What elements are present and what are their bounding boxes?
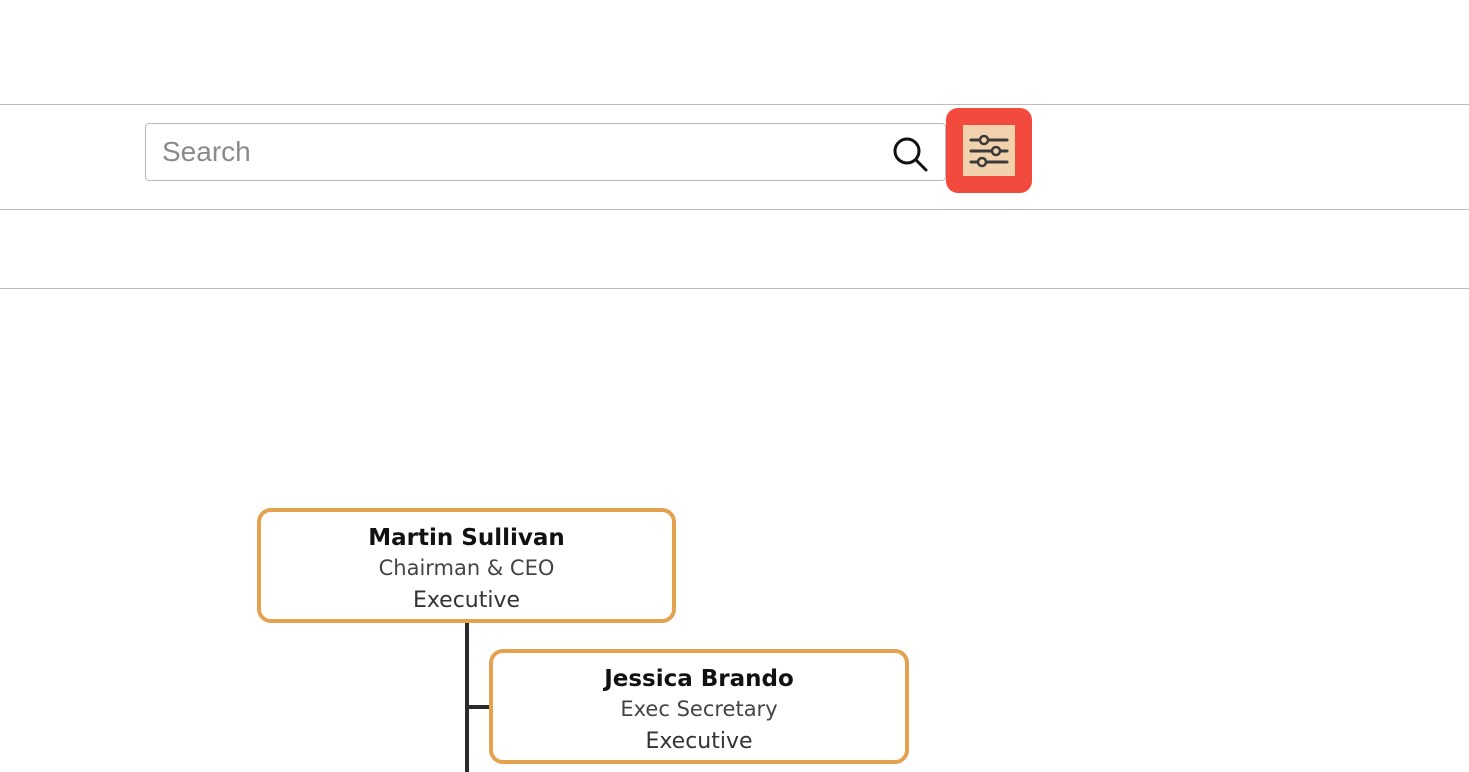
org-chart-page: Martin Sullivan Chairman & CEO Executive… <box>0 0 1469 772</box>
org-connector-vertical <box>465 622 469 772</box>
search-input[interactable] <box>146 124 876 180</box>
node-name: Martin Sullivan <box>368 525 565 551</box>
node-title: Chairman & CEO <box>378 556 555 580</box>
org-connector-horizontal <box>465 705 490 709</box>
filter-button[interactable] <box>946 108 1032 193</box>
node-department: Executive <box>412 588 521 613</box>
content-divider <box>0 288 1469 289</box>
search-box <box>145 123 946 181</box>
search-icon <box>893 137 928 172</box>
top-divider <box>0 104 1469 105</box>
toolbar-divider <box>0 209 1469 210</box>
filter-button-face <box>963 125 1015 176</box>
search-button[interactable] <box>890 134 932 172</box>
org-node-jessica-brando[interactable]: Jessica Brando Exec Secretary Executive <box>489 649 909 764</box>
node-name: Jessica Brando <box>604 666 794 692</box>
node-title: Exec Secretary <box>620 697 778 721</box>
node-department: Executive <box>645 729 753 754</box>
sliders-icon <box>969 134 1009 168</box>
org-node-martin-sullivan[interactable]: Martin Sullivan Chairman & CEO Executive <box>257 508 676 623</box>
